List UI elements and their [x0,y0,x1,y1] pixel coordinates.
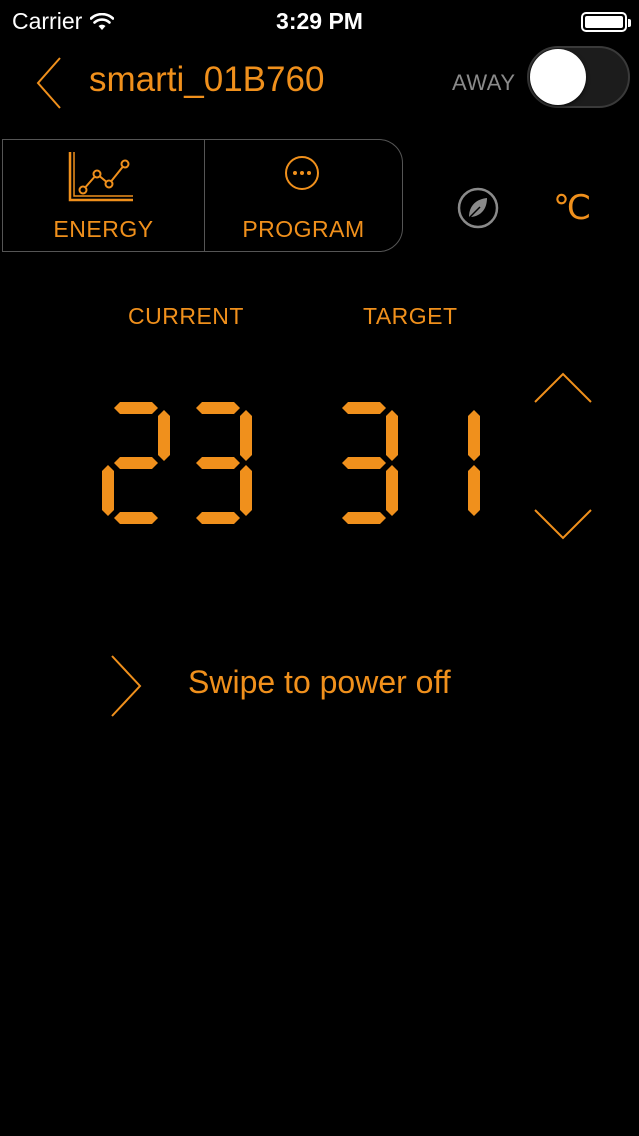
segment-e [102,465,114,516]
segment-d [114,512,158,524]
away-label: AWAY [452,70,516,95]
segment-g [114,457,158,469]
chevron-left-icon [36,57,61,109]
segment-b [240,410,252,461]
current-temperature-display [102,402,252,524]
segment-b [468,410,480,461]
digit-1 [468,410,480,516]
page-title: smarti_01B760 [89,60,325,99]
decrease-temperature-button[interactable] [533,506,593,542]
chevron-right-icon [111,655,142,717]
more-dots-icon [285,156,319,190]
target-temperature-display [342,402,480,524]
program-label: PROGRAM [242,216,365,242]
segment-b [158,410,170,461]
target-label: TARGET [363,303,458,329]
mode-segmented-control: ENERGY PROGRAM [2,139,403,252]
energy-label: ENERGY [53,216,154,242]
segment-d [196,512,240,524]
segment-c [386,465,398,516]
increase-temperature-button[interactable] [533,370,593,406]
segment-a [196,402,240,414]
segment-a [114,402,158,414]
energy-button[interactable]: ENERGY [3,140,205,251]
segment-a [342,402,386,414]
segment-d [342,512,386,524]
leaf-icon [457,187,499,229]
digit-3 [196,402,252,524]
eco-button[interactable] [456,186,500,230]
status-time: 3:29 PM [276,8,363,34]
chevron-down-icon [534,509,592,540]
segment-c [240,465,252,516]
back-button[interactable] [28,54,68,112]
segment-g [196,457,240,469]
segment-c [468,465,480,516]
current-label: CURRENT [128,303,244,329]
segment-b [386,410,398,461]
temperature-unit-button[interactable]: ℃ [553,188,591,228]
swipe-handle[interactable] [108,654,144,718]
swipe-to-power-off[interactable]: Swipe to power off [188,664,451,701]
digit-3 [342,402,398,524]
segment-g [342,457,386,469]
away-toggle[interactable] [527,46,630,108]
battery-icon [581,12,631,32]
chevron-up-icon [534,372,592,403]
digit-2 [102,402,170,524]
toggle-knob [530,49,586,105]
program-button[interactable]: PROGRAM [205,140,402,251]
line-chart-icon [68,152,133,202]
